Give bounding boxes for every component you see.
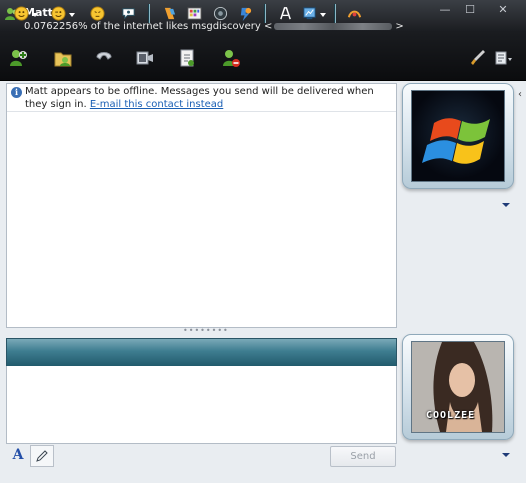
font-icon <box>279 7 291 20</box>
handwriting-icon <box>302 7 316 20</box>
ink-button[interactable] <box>345 5 363 22</box>
collapse-sidebar-icon[interactable]: ‹ <box>518 86 526 104</box>
background-button[interactable] <box>160 5 178 22</box>
handwriting-dropdown-icon[interactable] <box>320 13 326 17</box>
winks-icon <box>240 7 251 21</box>
font-button[interactable] <box>276 5 294 22</box>
offline-infobar: i Matt appears to be offline. Messages y… <box>7 84 396 112</box>
font-format-button[interactable]: A <box>7 445 29 465</box>
pane-splitter[interactable]: •••••••• <box>183 327 228 335</box>
invite-contact-button[interactable] <box>6 46 32 70</box>
send-button[interactable]: Send <box>330 446 396 467</box>
activities-icon <box>213 6 227 21</box>
games-icon <box>186 7 202 20</box>
voice-clip-icon <box>121 8 135 20</box>
info-icon: i <box>11 87 22 98</box>
voice-call-button[interactable] <box>91 46 117 70</box>
self-picture-image: COOLZEE <box>411 341 505 433</box>
handwriting-mode-button[interactable] <box>30 445 54 467</box>
smiley-dropdown-icon[interactable] <box>32 13 38 17</box>
smiley-button[interactable] <box>12 5 30 22</box>
games-button[interactable] <box>185 5 203 22</box>
block-contact-icon <box>223 50 240 67</box>
redacted-email <box>274 22 393 30</box>
menu-icon <box>495 51 512 65</box>
nudge-button[interactable] <box>88 5 106 22</box>
ink-icon <box>347 10 361 18</box>
toolbar-separator <box>334 4 336 23</box>
toolbar-separator <box>264 4 266 23</box>
self-picture-caption: COOLZEE <box>426 410 476 421</box>
self-display-picture[interactable]: COOLZEE <box>402 334 514 440</box>
contact-picture-dropdown-icon[interactable] <box>502 203 510 207</box>
offline-notice: Matt appears to be offline. Messages you… <box>25 86 374 110</box>
wink-dropdown-icon[interactable] <box>69 13 75 17</box>
send-files-button[interactable] <box>50 46 76 70</box>
voice-call-icon <box>96 52 112 60</box>
paint-brush-icon <box>471 50 485 65</box>
nudge-icon <box>89 6 105 21</box>
handwriting-button[interactable] <box>300 5 318 22</box>
winks-button[interactable] <box>236 5 254 22</box>
invite-contact-icon <box>10 50 27 66</box>
share-folder-icon <box>180 49 194 67</box>
block-contact-button[interactable] <box>218 46 244 70</box>
share-folder-button[interactable] <box>174 46 200 70</box>
minimize-button[interactable]: — <box>432 2 458 18</box>
wink-icon <box>50 6 66 21</box>
contact-display-picture[interactable] <box>402 83 514 189</box>
smiley-icon <box>13 6 29 21</box>
background-icon <box>164 7 175 20</box>
conversation-history[interactable]: i Matt appears to be offline. Messages y… <box>6 83 397 328</box>
voice-clip-button[interactable] <box>119 5 137 22</box>
message-input[interactable] <box>6 366 397 444</box>
close-button[interactable]: ✕ <box>486 2 520 18</box>
pen-icon <box>36 450 48 462</box>
activities-button[interactable] <box>211 5 229 22</box>
contact-personal-message: 0.0762256% of the internet likes msgdisc… <box>24 21 404 32</box>
emoticon-toolbar <box>6 338 397 367</box>
video-call-icon <box>136 51 153 65</box>
email-contact-link[interactable]: E-mail this contact instead <box>90 99 223 110</box>
wink-button[interactable] <box>49 5 67 22</box>
paint-brush-button[interactable] <box>465 46 491 70</box>
toolbar-separator <box>148 4 150 23</box>
windows-logo <box>411 90 505 182</box>
send-files-icon <box>54 52 72 67</box>
maximize-button[interactable]: ☐ <box>457 2 483 18</box>
self-picture-dropdown-icon[interactable] <box>502 453 510 457</box>
video-call-button[interactable] <box>132 46 158 70</box>
options-menu-button[interactable] <box>490 46 516 70</box>
